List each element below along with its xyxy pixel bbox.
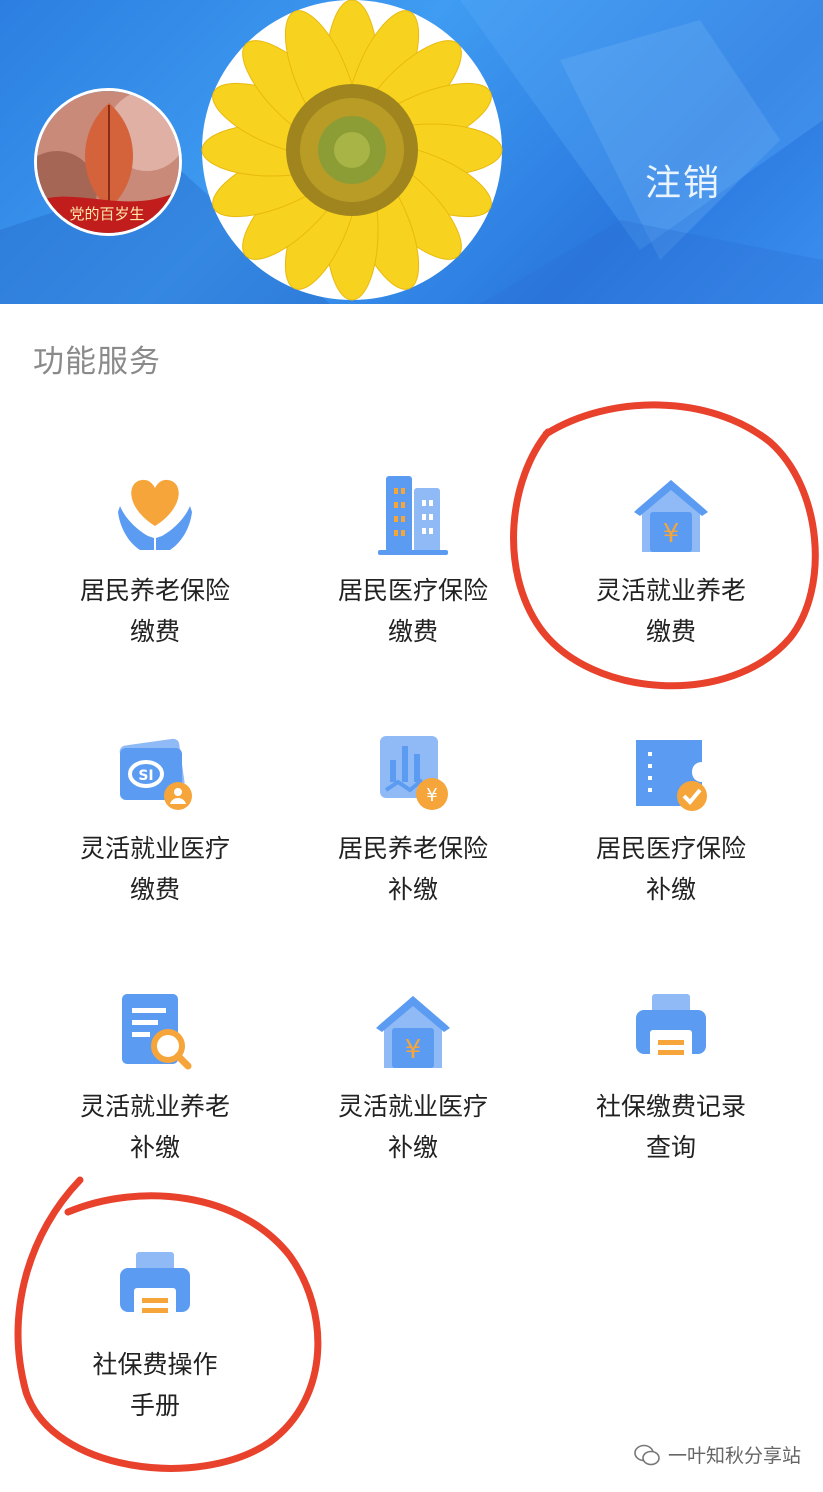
svg-text:¥: ¥ [405, 1035, 422, 1065]
service-resident-pension-payment[interactable]: 居民养老保险 缴费 [26, 462, 284, 702]
heart-hands-icon [118, 479, 192, 550]
service-resident-medical-back-payment[interactable]: 居民医疗保险 补缴 [542, 720, 800, 960]
service-label: 居民养老保险 补缴 [337, 834, 488, 904]
profile-header: 党的百岁生 注销 [0, 0, 823, 304]
service-payment-record-query[interactable]: 社保缴费记录 查询 [542, 978, 800, 1218]
document-search-icon [122, 994, 192, 1070]
service-flexible-pension-payment[interactable]: ¥ 灵活就业养老 缴费 [542, 462, 800, 702]
svg-text:SI: SI [138, 768, 153, 784]
service-label: 灵活就业医疗 缴费 [79, 834, 230, 904]
chart-yen-icon: ¥ [380, 736, 448, 810]
watermark-text: 一叶知秋分享站 [667, 1445, 801, 1467]
user-avatar[interactable]: 党的百岁生 [34, 88, 182, 236]
wechat-icon [634, 1444, 660, 1465]
service-label: 灵活就业养老 缴费 [595, 576, 746, 646]
ticket-check-icon [636, 740, 707, 811]
buildings-icon [378, 476, 448, 555]
service-flexible-medical-back-payment[interactable]: ¥ 灵活就业医疗 补缴 [284, 978, 542, 1218]
avatar-badge-text: 党的百岁生 [69, 205, 144, 223]
service-resident-medical-payment[interactable]: 居民医疗保险 缴费 [284, 462, 542, 702]
service-label: 社保缴费记录 查询 [595, 1092, 746, 1162]
service-resident-pension-back-payment[interactable]: ¥ 居民养老保险 补缴 [284, 720, 542, 960]
service-label: 灵活就业养老 补缴 [79, 1092, 230, 1162]
service-label: 居民医疗保险 补缴 [595, 834, 746, 904]
service-operation-manual[interactable]: 社保费操作 手册 [26, 1236, 284, 1476]
house-yen-icon: ¥ [634, 480, 708, 552]
service-label: 社保费操作 手册 [92, 1350, 218, 1420]
house-yen-icon: ¥ [376, 996, 450, 1068]
printer-icon [120, 1252, 190, 1322]
sunflower-image [201, 0, 503, 301]
service-flexible-medical-payment[interactable]: SI 灵活就业医疗 缴费 [26, 720, 284, 960]
service-flexible-pension-back-payment[interactable]: 灵活就业养老 补缴 [26, 978, 284, 1218]
service-label: 居民医疗保险 缴费 [337, 576, 488, 646]
si-card-icon: SI [119, 738, 192, 810]
logout-button[interactable]: 注销 [645, 154, 721, 206]
svg-text:¥: ¥ [426, 785, 437, 806]
svg-text:¥: ¥ [663, 519, 680, 549]
service-label: 居民养老保险 缴费 [79, 576, 230, 646]
watermark: 一叶知秋分享站 [634, 1441, 801, 1468]
printer-icon [636, 994, 706, 1064]
section-title: 功能服务 [33, 344, 161, 380]
service-label: 灵活就业医疗 补缴 [337, 1092, 488, 1162]
